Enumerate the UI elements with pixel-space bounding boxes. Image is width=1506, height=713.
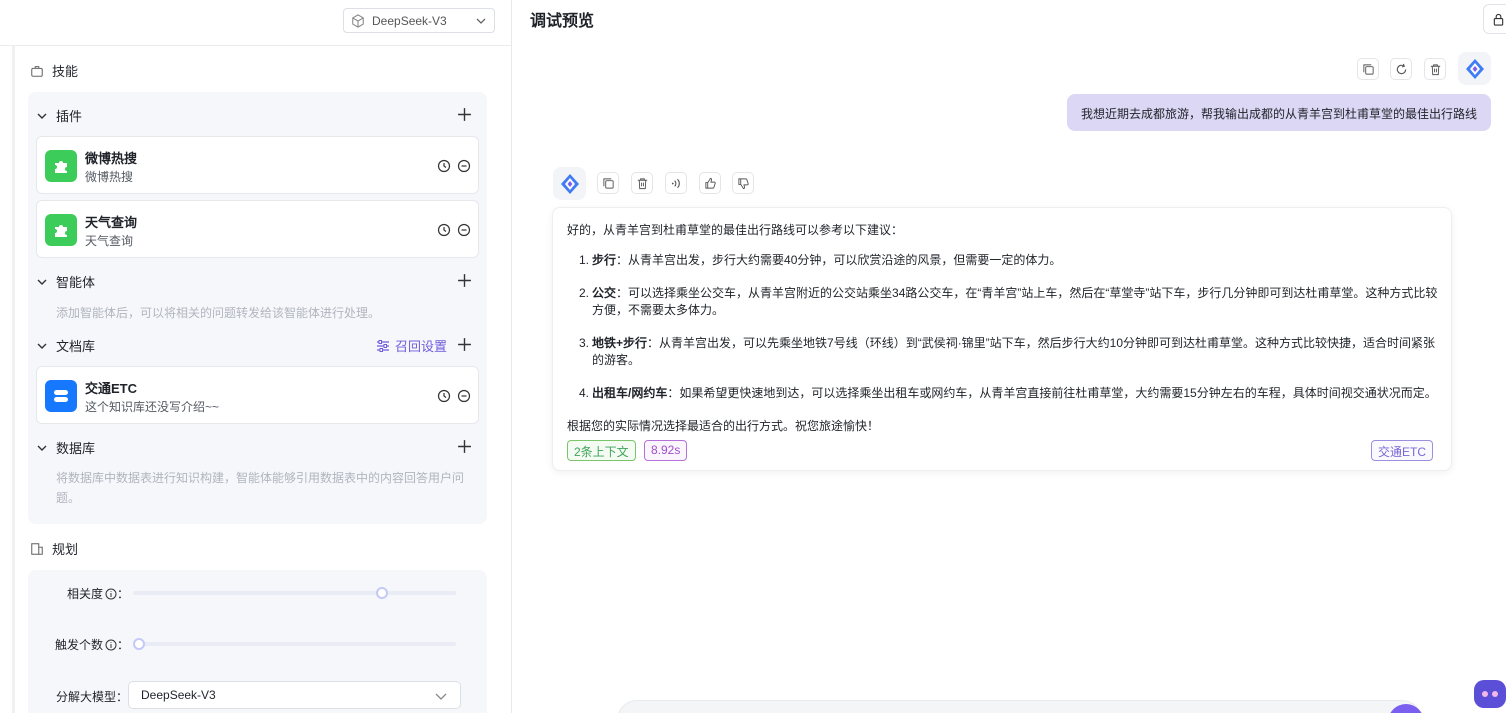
- route-item: 1. 步行：从青羊宫出发，步行大约需要40分钟，可以欣赏沿途的风景，但需要一定的体…: [579, 253, 1062, 267]
- decompose-model-select[interactable]: DeepSeek-V3: [128, 681, 461, 709]
- like-button[interactable]: [699, 172, 721, 194]
- model-select-value: DeepSeek-V3: [372, 13, 447, 28]
- answer-intro: 好的，从青羊宫到杜甫草堂的最佳出行路线可以参考以下建议：: [567, 223, 904, 237]
- lock-icon: [1493, 13, 1503, 26]
- diamond-logo-icon: [1465, 58, 1484, 79]
- trash-icon: [1430, 63, 1440, 75]
- database-group-toggle[interactable]: 数据库: [36, 438, 95, 457]
- plugin-name: 微博热搜: [85, 151, 138, 166]
- answer-outro: 根据您的实际情况选择最适合的出行方式。祝您旅途愉快！: [567, 419, 880, 433]
- plugins-group-toggle[interactable]: 插件: [36, 106, 82, 125]
- trash-icon: [637, 177, 647, 189]
- add-agent-icon[interactable]: [457, 273, 472, 288]
- chevron-down-icon: [37, 445, 47, 451]
- diamond-logo-icon: [560, 173, 579, 194]
- route-item: 2. 公交：可以选择乘坐公交车，从青羊宫附近的公交站乘坐34路公交车，在“青羊宫”…: [579, 286, 1438, 317]
- assistant-answer: 好的，从青羊宫到杜甫草堂的最佳出行路线可以参考以下建议： 1. 步行：从青羊宫出发…: [552, 207, 1452, 471]
- route-item: 4. 出租车/网约车：如果希望更快速地到达，可以选择乘坐出租车或网约车，从青羊宫直…: [579, 386, 1437, 400]
- plan-icon: [31, 542, 43, 555]
- doc-desc: 这个知识库还没写介绍~~: [85, 400, 220, 414]
- sliders-icon: [377, 339, 389, 352]
- source-doc-tag[interactable]: 交通ETC: [1371, 440, 1434, 461]
- preview-panel: 调试预览 我想近期去成都旅游，帮我输出成都的从青羊宫到杜甫草堂的最佳出行路线 好…: [512, 0, 1506, 713]
- lock-button[interactable]: [1483, 4, 1506, 34]
- chevron-down-icon: [37, 343, 47, 349]
- chevron-down-icon: [37, 279, 47, 285]
- agents-desc: 添加智能体后，可以将相关的问题转发给该智能体进行处理。: [56, 306, 381, 320]
- trigger-count-slider[interactable]: [133, 638, 456, 650]
- thumbs-down-icon: [737, 177, 749, 189]
- plugin-name: 天气查询: [85, 215, 138, 230]
- recall-settings-button[interactable]: 召回设置: [376, 336, 447, 355]
- assistant-avatar: [553, 167, 586, 200]
- agents-group-toggle[interactable]: 智能体: [36, 272, 95, 291]
- doc-item-etc[interactable]: 交通ETC 这个知识库还没写介绍~~: [36, 366, 479, 424]
- dislike-button[interactable]: [732, 172, 754, 194]
- relevance-slider[interactable]: [133, 587, 456, 599]
- route-list: 1. 步行：从青羊宫出发，步行大约需要40分钟，可以欣赏沿途的风景，但需要一定的体…: [579, 252, 1441, 418]
- copy-button[interactable]: [1357, 58, 1379, 80]
- remove-icon[interactable]: [457, 159, 471, 173]
- relevance-label: 相关度 ：: [67, 587, 130, 601]
- copy-icon: [602, 177, 614, 189]
- page-title: 调试预览: [530, 13, 595, 30]
- chevron-down-icon: [37, 113, 47, 119]
- config-header: DeepSeek-V3: [0, 0, 511, 46]
- plugin-desc: 微博热搜: [85, 170, 134, 184]
- doc-name: 交通ETC: [85, 381, 138, 396]
- trigger-count-label: 触发个数 ：: [55, 638, 130, 652]
- remove-icon[interactable]: [457, 389, 471, 403]
- robot-assistant-icon[interactable]: [1474, 680, 1506, 708]
- plugin-item-weibo[interactable]: 微博热搜 微博热搜: [36, 136, 479, 194]
- remove-icon[interactable]: [457, 223, 471, 237]
- scrollbar[interactable]: [12, 46, 15, 713]
- info-icon: [105, 588, 117, 599]
- trigger-count-slider-thumb[interactable]: [133, 638, 145, 650]
- plugin-item-weather[interactable]: 天气查询 天气查询: [36, 200, 479, 258]
- database-desc: 将数据库中数据表进行知识构建，智能体能够引用数据表中的内容回答用户问题。: [56, 471, 465, 505]
- user-message: 我想近期去成都旅游，帮我输出成都的从青羊宫到杜甫草堂的最佳出行路线: [1067, 94, 1491, 131]
- info-icon: [105, 639, 117, 650]
- sound-wave-icon: [671, 178, 680, 188]
- add-plugin-icon[interactable]: [457, 107, 472, 122]
- relevance-slider-thumb[interactable]: [375, 587, 388, 599]
- clock-icon[interactable]: [437, 223, 451, 237]
- response-time-tag: 8.92s: [644, 440, 688, 461]
- add-database-icon[interactable]: [457, 439, 472, 454]
- plugin-desc: 天气查询: [85, 234, 134, 248]
- add-doc-icon[interactable]: [457, 337, 472, 352]
- docs-group-toggle[interactable]: 文档库: [36, 336, 95, 355]
- chat-input[interactable]: [617, 700, 1422, 713]
- read-aloud-button[interactable]: [665, 172, 687, 194]
- refresh-icon: [1396, 63, 1406, 74]
- refresh-button[interactable]: [1390, 58, 1412, 80]
- thumbs-up-icon: [704, 177, 716, 189]
- route-item: 3. 地铁+步行：从青羊宫出发，可以先乘坐地铁7号线（环线）到“武侯祠·锦里”站下…: [579, 336, 1436, 367]
- clock-icon[interactable]: [437, 159, 451, 173]
- skills-title: 技能: [30, 61, 78, 80]
- copy-icon: [1362, 63, 1374, 75]
- clock-icon[interactable]: [437, 389, 451, 403]
- database-icon: [45, 380, 77, 412]
- chevron-down-icon: [476, 18, 486, 24]
- copy-answer-button[interactable]: [597, 172, 619, 194]
- app-avatar: [1458, 52, 1491, 85]
- puzzle-icon: [45, 150, 77, 182]
- toolbox-icon: [31, 65, 43, 77]
- model-select[interactable]: DeepSeek-V3: [343, 8, 495, 33]
- config-panel: DeepSeek-V3 技能 插件 微博热搜 微博热搜 天气查询 天气查询 智能…: [0, 0, 512, 713]
- puzzle-icon: [45, 214, 77, 246]
- cube-icon: [352, 13, 364, 28]
- delete-button[interactable]: [1424, 58, 1446, 80]
- context-count-tag[interactable]: 2条上下文: [567, 440, 636, 461]
- delete-answer-button[interactable]: [631, 172, 653, 194]
- chevron-down-icon: [435, 693, 447, 700]
- planning-title: 规划: [30, 539, 78, 558]
- decompose-model-label: 分解大模型：: [56, 690, 129, 704]
